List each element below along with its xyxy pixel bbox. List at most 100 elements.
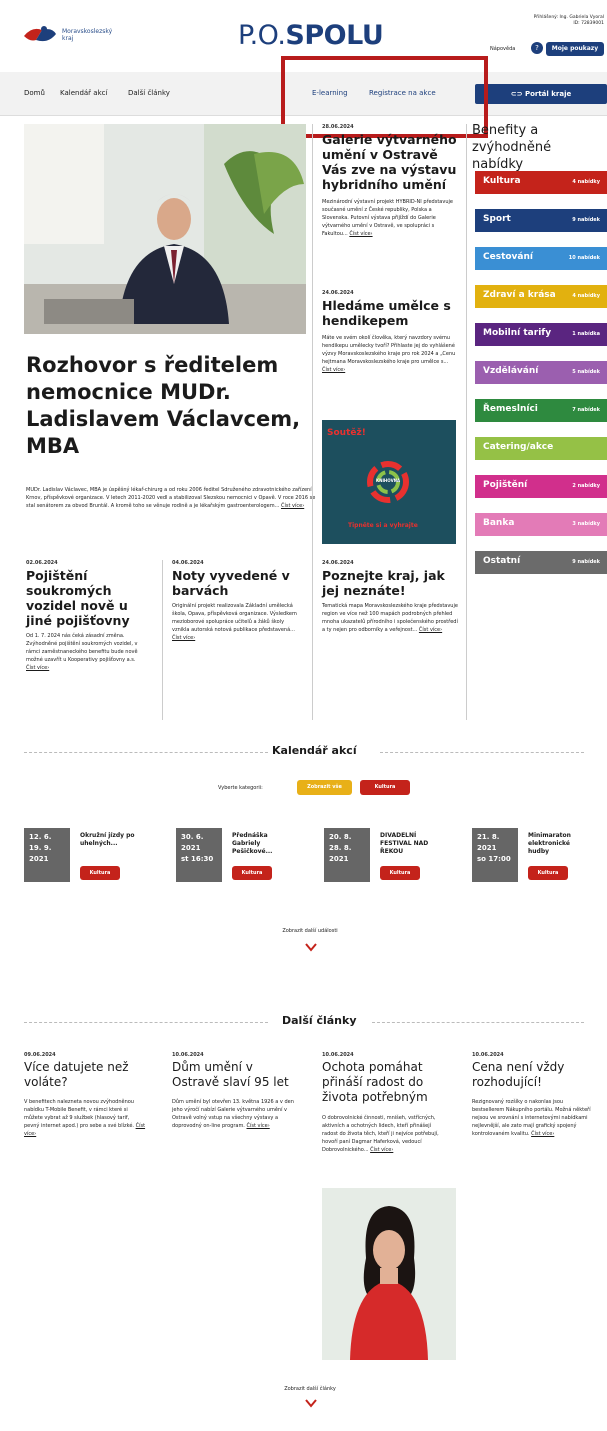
event-date-line: st 16:30 [181, 855, 214, 863]
event-tag[interactable]: Kultura [528, 866, 568, 880]
event-date-line: 2021 [181, 844, 201, 852]
article-card: 02.06.2024 Pojištění soukromých vozidel … [26, 560, 144, 672]
site-title-bold: SPOLU [285, 20, 384, 51]
benefit-label: Zdraví a krása [483, 290, 556, 300]
article-date: 24.06.2024 [322, 290, 354, 296]
event-date-box[interactable]: 12. 6. 19. 9. 2021 [24, 828, 70, 882]
benefit-count: 7 nabídek [572, 407, 600, 413]
article-more-link[interactable]: Číst více› [370, 1147, 393, 1153]
article-title[interactable]: Galerie výtvarného umění v Ostravě Vás z… [322, 132, 458, 192]
benefit-label: Vzdělávání [483, 366, 539, 376]
event-tag[interactable]: Kultura [232, 866, 272, 880]
event-title[interactable]: DIVADELNÍ FESTIVAL NAD ŘEKOU [380, 832, 440, 856]
benefit-button[interactable]: Pojištění 2 nabídky [475, 475, 607, 498]
event-tag[interactable]: Kultura [80, 866, 120, 880]
benefit-button[interactable]: Řemeslníci 7 nabídek [475, 399, 607, 422]
event-date-line: 2021 [329, 855, 349, 863]
article-text: Originální projekt realizovala Základní … [172, 603, 297, 633]
benefit-button[interactable]: Cestování 10 nabídek [475, 247, 607, 270]
article-date: 24.06.2024 [322, 560, 354, 566]
article-title[interactable]: Cena není vždy rozhodující! [472, 1060, 597, 1090]
event-date-box[interactable]: 21. 8. 2021 so 17:00 [472, 828, 518, 882]
event-date-box[interactable]: 20. 8. 28. 8. 2021 [324, 828, 370, 882]
event-date-line: 12. 6. [29, 833, 52, 841]
nav-articles[interactable]: Další články [128, 89, 170, 97]
region-logo-icon[interactable] [22, 24, 58, 46]
benefit-button[interactable]: Ostatní 9 nabídek [475, 551, 607, 574]
help-icon[interactable]: ? [531, 42, 543, 54]
article-text-wrap: Rezignovaný rozšíky o nakonlas jsou best… [472, 1098, 594, 1138]
event-title[interactable]: Okružní jízdy po uhelných... [80, 832, 140, 848]
event-date-box[interactable]: 30. 6. 2021 st 16:30 [176, 828, 222, 882]
article-card: 28.06.2024 Galerie výtvarného umění v Os… [322, 124, 458, 238]
article-more-link[interactable]: Číst více› [322, 367, 345, 373]
event-title[interactable]: Minimaraton elektronické hudby [528, 832, 588, 856]
article-card: 24.06.2024 Poznejte kraj, jak jej neznát… [322, 560, 458, 634]
benefit-button[interactable]: Sport 9 nabídek [475, 209, 607, 232]
nav-calendar[interactable]: Kalendář akcí [60, 89, 107, 97]
hero-title[interactable]: Rozhovor s ředitelem nemocnice MUDr. Lad… [26, 352, 316, 460]
column-divider [162, 560, 163, 720]
show-all-button[interactable]: Zobrazit vše [297, 780, 352, 795]
article-title[interactable]: Poznejte kraj, jak jej neznáte! [322, 568, 458, 598]
article-more-link[interactable]: Číst více› [419, 627, 442, 633]
article-card: 04.06.2024 Noty vyvedené v barvách Origi… [172, 560, 302, 642]
hero-more-link[interactable]: Číst více› [281, 503, 304, 509]
benefit-label: Sport [483, 214, 511, 224]
article-title[interactable]: Pojištění soukromých vozidel nově u jiné… [26, 568, 144, 628]
hero-image[interactable] [24, 124, 306, 334]
article-title[interactable]: Ochota pomáhat přináší radost do života … [322, 1060, 447, 1105]
nav-home[interactable]: Domů [24, 89, 45, 97]
benefit-label: Pojištění [483, 480, 528, 490]
article-more-link[interactable]: Číst více› [247, 1123, 270, 1129]
show-more-articles[interactable]: Zobrazit další články [240, 1386, 380, 1392]
chevron-down-icon[interactable] [305, 1398, 317, 1408]
article-date: 02.06.2024 [26, 560, 58, 566]
hero-text: MUDr. Ladislav Václavec, MBA je úspěšný … [26, 486, 316, 510]
article-title[interactable]: Hledáme umělce s hendikepem [322, 298, 458, 328]
benefit-button[interactable]: Mobilní tarify 1 nabídka [475, 323, 607, 346]
article-date: 09.06.2024 [24, 1052, 56, 1058]
event-tag[interactable]: Kultura [380, 866, 420, 880]
contest-banner[interactable]: Soutěž! KNIHOVNA Tipněte si a vyhrajte [322, 420, 456, 544]
article-text: Dům umění byl otevřen 13. května 1926 a … [172, 1099, 294, 1129]
article-title[interactable]: Dům umění v Ostravě slaví 95 let [172, 1060, 297, 1090]
event-title[interactable]: Přednáška Gabriely Pešičkové... [232, 832, 292, 856]
help-link[interactable]: Nápověda [490, 46, 515, 52]
user-id: ID: 72839001 [573, 21, 604, 26]
benefit-button[interactable]: Zdraví a krása 4 nabídky [475, 285, 607, 308]
volunteer-photo[interactable] [322, 1188, 456, 1360]
show-more-events[interactable]: Zobrazit další události [240, 928, 380, 934]
benefit-label: Cestování [483, 252, 533, 262]
article-card: 24.06.2024 Hledáme umělce s hendikepem M… [322, 290, 458, 374]
benefit-button[interactable]: Banka 3 nabídky [475, 513, 607, 536]
article-title[interactable]: Noty vyvedené v barvách [172, 568, 302, 598]
benefit-label: Banka [483, 518, 515, 528]
article-title[interactable]: Více datujete než voláte? [24, 1060, 149, 1090]
article-text: Máte ve svém okolí člověka, který navzdo… [322, 335, 456, 365]
benefit-count: 3 nabídky [572, 521, 600, 527]
benefit-button[interactable]: Vzdělávání 5 nabídek [475, 361, 607, 384]
my-offers-button[interactable]: Moje poukazy [546, 42, 604, 56]
article-more-link[interactable]: Číst více› [531, 1131, 554, 1137]
article-text: Mezinárodní výstavní projekt HYBRID-NI p… [322, 199, 453, 237]
portal-button[interactable]: ⊂⊃ Portál kraje [475, 84, 607, 104]
article-more-link[interactable]: Číst více› [349, 231, 372, 237]
article-date: 10.06.2024 [322, 1052, 354, 1058]
benefit-count: 10 nabídek [568, 255, 600, 261]
benefit-button[interactable]: Kultura 4 nabídky [475, 171, 607, 194]
benefit-count: 5 nabídek [572, 369, 600, 375]
event-date-line: 19. 9. [29, 844, 52, 852]
benefit-button[interactable]: Catering/akce [475, 437, 607, 460]
article-more-link[interactable]: Číst více› [26, 665, 49, 671]
event-date-line: so 17:00 [477, 855, 511, 863]
contest-brand: KNIHOVNA [376, 478, 401, 483]
site-title[interactable]: P.O.SPOLU [238, 20, 384, 51]
culture-filter-button[interactable]: Kultura [360, 780, 410, 795]
benefit-label: Catering/akce [483, 442, 554, 452]
chevron-down-icon[interactable] [305, 942, 317, 952]
article-more-link[interactable]: Číst více› [172, 635, 195, 641]
logo-line-2: kraj [62, 35, 74, 42]
portal-label: Portál kraje [524, 90, 572, 98]
link-icon: ⊂⊃ [510, 90, 525, 98]
